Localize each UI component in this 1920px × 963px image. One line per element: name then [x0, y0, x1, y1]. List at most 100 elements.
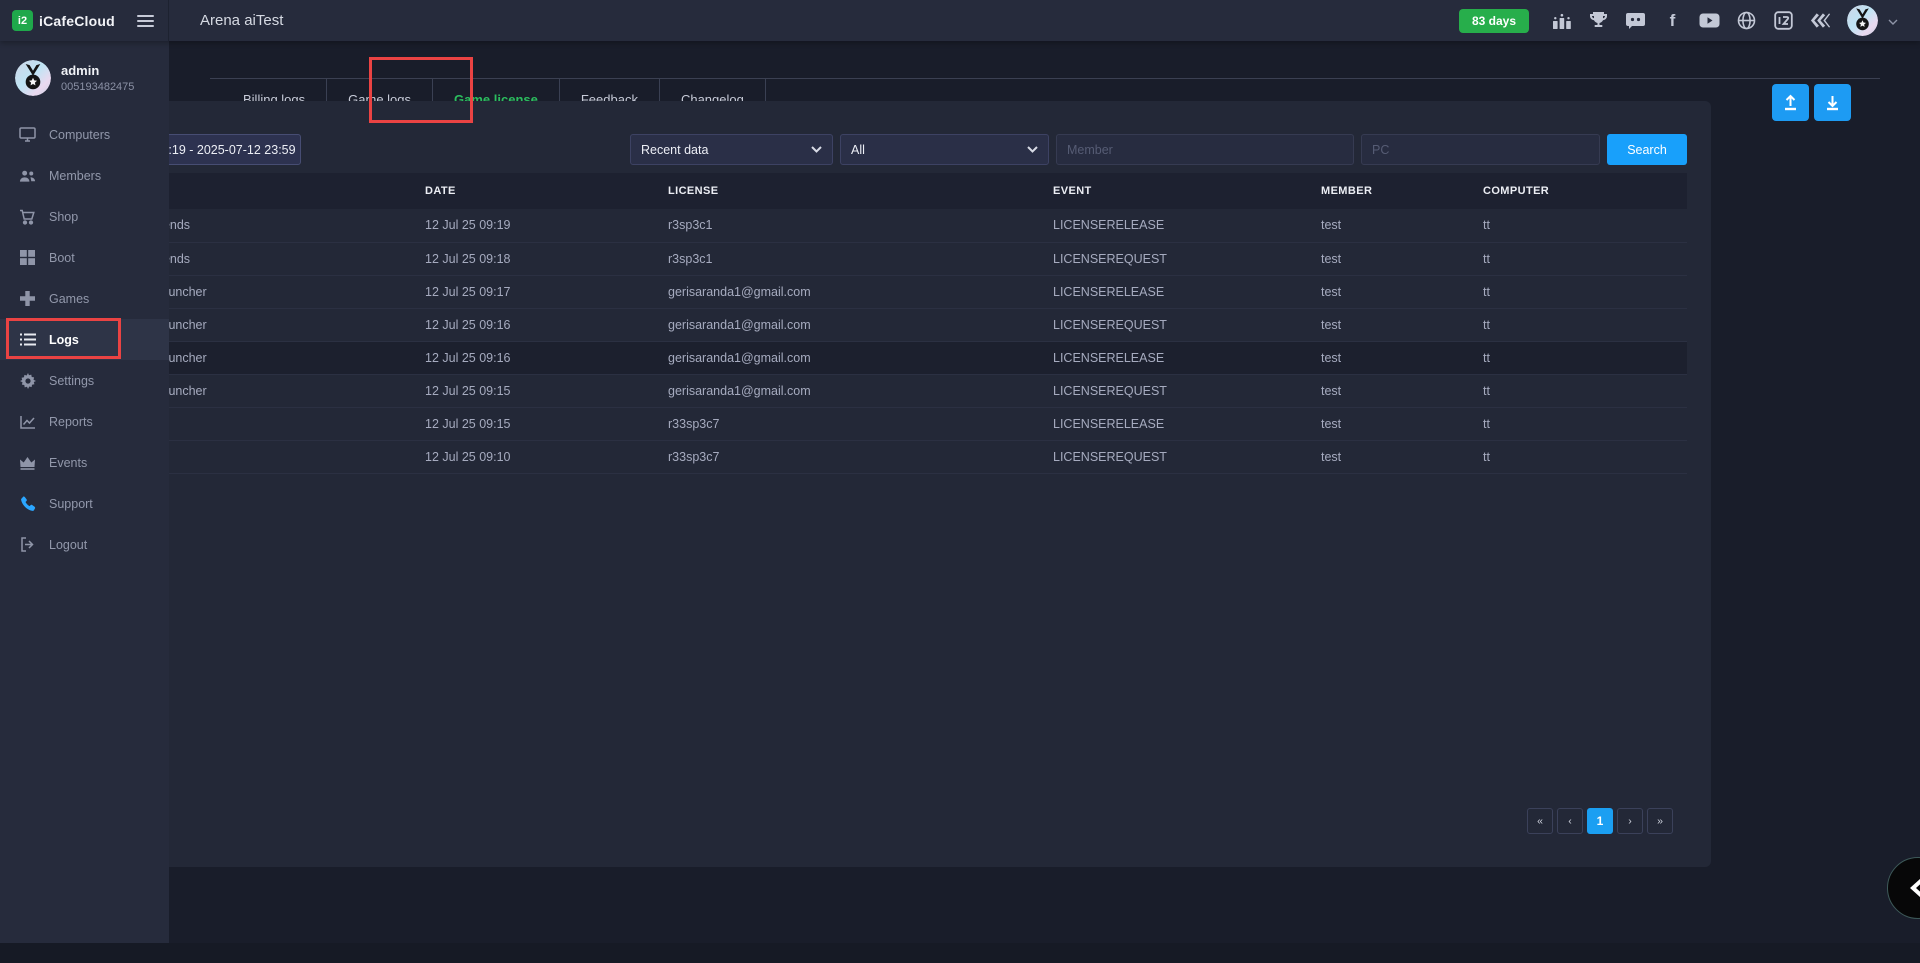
cell-event: LICENSERELEASE: [1047, 407, 1315, 440]
sidebar: admin 005193482475 Computers Members Sho…: [0, 41, 169, 943]
table-row[interactable]: League of Legends 12 Jul 25 09:18 r3sp3c…: [77, 242, 1687, 275]
sidebar-item-label: Logs: [49, 333, 79, 347]
sidebar-item-label: Support: [49, 497, 93, 511]
avatar[interactable]: [1847, 5, 1878, 36]
cell-computer: tt: [1477, 407, 1687, 440]
column-header-event: EVENT: [1047, 173, 1315, 209]
cell-event: LICENSEREQUEST: [1047, 308, 1315, 341]
cell-date: 12 Jul 25 09:15: [419, 407, 662, 440]
facebook-icon[interactable]: f: [1662, 10, 1683, 31]
sidebar-item-shop[interactable]: Shop: [0, 196, 169, 237]
sidebar-item-label: Logout: [49, 538, 87, 552]
ranking-icon[interactable]: [1551, 10, 1572, 31]
chevron-down-icon[interactable]: [1888, 12, 1898, 30]
cell-license: r33sp3c7: [662, 407, 1047, 440]
cell-date: 12 Jul 25 09:16: [419, 341, 662, 374]
sidebar-item-label: Members: [49, 169, 101, 183]
cell-member: test: [1315, 308, 1477, 341]
event-type-select[interactable]: All: [840, 134, 1049, 165]
app-logo-text: iCafeCloud: [39, 13, 115, 29]
brand-icon[interactable]: [1810, 10, 1831, 31]
table-row[interactable]: Steam 12 Jul 25 09:15 r33sp3c7 LICENSERE…: [77, 407, 1687, 440]
pagination-page-1-button[interactable]: 1: [1587, 808, 1613, 834]
table-row[interactable]: Epic Games Launcher 12 Jul 25 09:15 geri…: [77, 374, 1687, 407]
sidebar-item-label: Events: [49, 456, 87, 470]
cell-event: LICENSEREQUEST: [1047, 374, 1315, 407]
sidebar-item-members[interactable]: Members: [0, 155, 169, 196]
cell-event: LICENSERELEASE: [1047, 275, 1315, 308]
table-row[interactable]: Epic Games Launcher 12 Jul 25 09:17 geri…: [77, 275, 1687, 308]
crown-icon: [19, 454, 36, 471]
cell-event: LICENSERELEASE: [1047, 209, 1315, 242]
download-button[interactable]: [1814, 84, 1851, 121]
pagination-last-button[interactable]: »: [1647, 808, 1673, 834]
user-id: 005193482475: [61, 81, 134, 93]
sidebar-item-computers[interactable]: Computers: [0, 114, 169, 155]
cell-license: r33sp3c7: [662, 440, 1047, 473]
pagination-next-button[interactable]: ›: [1617, 808, 1643, 834]
sidebar-item-label: Computers: [49, 128, 110, 142]
globe-icon[interactable]: [1736, 10, 1757, 31]
pc-input[interactable]: [1361, 134, 1600, 165]
gear-icon: [19, 372, 36, 389]
sidebar-item-events[interactable]: Events: [0, 442, 169, 483]
data-range-select-value: Recent data: [641, 143, 708, 157]
monitor-icon: [19, 126, 36, 143]
icafecloud-icon[interactable]: [1773, 10, 1794, 31]
cell-member: test: [1315, 407, 1477, 440]
search-button[interactable]: Search: [1607, 134, 1687, 165]
members-icon: [19, 167, 36, 184]
page-title: Arena aiTest: [200, 12, 283, 29]
cell-computer: tt: [1477, 341, 1687, 374]
cell-event: LICENSEREQUEST: [1047, 242, 1315, 275]
hamburger-icon[interactable]: [137, 15, 154, 27]
chevron-down-icon: [811, 146, 822, 153]
cell-date: 12 Jul 25 09:16: [419, 308, 662, 341]
table-header-row: GAME DATE LICENSE EVENT MEMBER COMPUTER: [77, 173, 1687, 209]
pagination-first-button[interactable]: «: [1527, 808, 1553, 834]
sidebar-item-boot[interactable]: Boot: [0, 237, 169, 278]
table-row[interactable]: Epic Games Launcher 12 Jul 25 09:16 geri…: [77, 341, 1687, 374]
cell-license: gerisaranda1@gmail.com: [662, 275, 1047, 308]
license-days-badge[interactable]: 83 days: [1459, 9, 1529, 33]
logout-icon: [19, 536, 36, 553]
cell-date: 12 Jul 25 09:18: [419, 242, 662, 275]
sidebar-item-logout[interactable]: Logout: [0, 524, 169, 565]
youtube-icon[interactable]: [1699, 10, 1720, 31]
sidebar-item-logs[interactable]: Logs: [0, 319, 169, 360]
phone-icon: [19, 495, 36, 512]
right-filters: Recent data All Search: [630, 134, 1687, 165]
cell-member: test: [1315, 275, 1477, 308]
data-range-select[interactable]: Recent data: [630, 134, 833, 165]
pagination: « ‹ 1 › »: [1527, 808, 1673, 834]
sidebar-item-label: Settings: [49, 374, 94, 388]
list-icon: [19, 331, 36, 348]
sidebar-item-support[interactable]: Support: [0, 483, 169, 524]
sidebar-item-reports[interactable]: Reports: [0, 401, 169, 442]
cell-event: LICENSEREQUEST: [1047, 440, 1315, 473]
cell-license: gerisaranda1@gmail.com: [662, 374, 1047, 407]
user-avatar: [15, 60, 51, 96]
sidebar-item-label: Reports: [49, 415, 93, 429]
cart-icon: [19, 208, 36, 225]
table-row[interactable]: Steam 12 Jul 25 09:10 r33sp3c7 LICENSERE…: [77, 440, 1687, 473]
cell-member: test: [1315, 341, 1477, 374]
column-header-member: MEMBER: [1315, 173, 1477, 209]
user-block[interactable]: admin 005193482475: [0, 41, 169, 114]
pagination-prev-button[interactable]: ‹: [1557, 808, 1583, 834]
member-input[interactable]: [1056, 134, 1354, 165]
trophy-icon[interactable]: [1588, 10, 1609, 31]
chevron-left-icon: [1910, 877, 1920, 899]
game-license-panel: 2025-07-11 09:19 - 2025-07-12 23:59 Rece…: [53, 101, 1711, 867]
discord-icon[interactable]: [1625, 10, 1646, 31]
upload-button[interactable]: [1772, 84, 1809, 121]
license-log-table: GAME DATE LICENSE EVENT MEMBER COMPUTER …: [77, 173, 1687, 474]
sidebar-item-settings[interactable]: Settings: [0, 360, 169, 401]
table-row[interactable]: Epic Games Launcher 12 Jul 25 09:16 geri…: [77, 308, 1687, 341]
cell-license: gerisaranda1@gmail.com: [662, 341, 1047, 374]
column-header-computer: COMPUTER: [1477, 173, 1687, 209]
app-logo[interactable]: i2 iCafeCloud: [12, 10, 115, 31]
cell-computer: tt: [1477, 275, 1687, 308]
sidebar-item-games[interactable]: Games: [0, 278, 169, 319]
table-row[interactable]: League of Legends 12 Jul 25 09:19 r3sp3c…: [77, 209, 1687, 242]
